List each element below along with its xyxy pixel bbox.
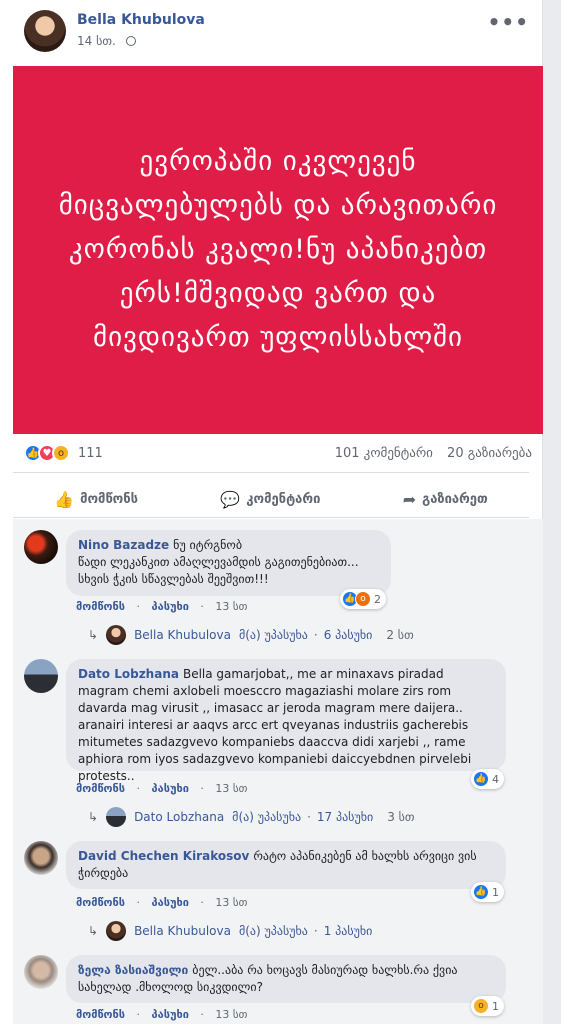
reply-arrow-icon: ↳ bbox=[88, 810, 99, 824]
comment-icon: 💬 bbox=[220, 489, 241, 509]
reply-avatar bbox=[106, 807, 127, 827]
divider bbox=[13, 517, 529, 518]
globe-icon bbox=[125, 36, 136, 46]
haha-icon: o bbox=[473, 998, 489, 1014]
comment-reply-link[interactable]: პასუხი bbox=[152, 1008, 189, 1021]
comment-reaction-count: 1 bbox=[492, 999, 499, 1013]
comment-reaction-count: 4 bbox=[492, 772, 499, 786]
like-icon: 👍 bbox=[473, 884, 489, 900]
comment-reactions[interactable]: o 1 bbox=[471, 996, 504, 1016]
reaction-summary[interactable]: 👍 ♥ o 111 bbox=[24, 444, 103, 462]
comment-time[interactable]: 13 სთ bbox=[215, 1008, 247, 1021]
reply-avatar bbox=[106, 921, 127, 941]
post-banner[interactable]: ევროპაში იკვლევენ მიცვალებულებს და არავი… bbox=[13, 66, 543, 434]
reply-arrow-icon: ↳ bbox=[88, 924, 99, 938]
commenter-name[interactable]: David Chechen Kirakosov bbox=[78, 849, 249, 863]
like-button[interactable]: 👍 მომწონს bbox=[54, 490, 138, 509]
reply-label: მ(ა) უპასუხა bbox=[232, 810, 302, 824]
like-icon: 👍 bbox=[473, 771, 489, 787]
post-header: Bella Khubulova 14 სთ. ••• bbox=[24, 8, 539, 54]
author-name[interactable]: Bella Khubulova bbox=[77, 12, 205, 28]
comment-meta: მომწონს · პასუხი · 13 სთ bbox=[76, 782, 248, 795]
replies-summary[interactable]: ↳ Bella Khubulova მ(ა) უპასუხა · 1 პასუხ… bbox=[88, 921, 372, 941]
post-time[interactable]: 14 სთ. bbox=[77, 34, 116, 48]
comment-like-link[interactable]: მომწონს bbox=[76, 896, 125, 909]
reply-count: 1 პასუხი bbox=[323, 924, 373, 938]
reply-time: 2 სთ bbox=[386, 628, 414, 642]
comment-time[interactable]: 13 სთ bbox=[215, 782, 247, 795]
commenter-avatar[interactable] bbox=[24, 530, 58, 564]
comment-reply-link[interactable]: პასუხი bbox=[152, 896, 189, 909]
reply-count: 17 პასუხი bbox=[316, 810, 374, 824]
comment-share-counts: 101 კომენტარი 20 გაზიარება bbox=[325, 446, 532, 461]
reply-author: Dato Lobzhana bbox=[134, 810, 225, 824]
comment-bubble: Nino Bazadze ნუ იტრგნობ წადი ლეკანკით ამა… bbox=[66, 530, 391, 596]
author-avatar[interactable] bbox=[24, 10, 66, 52]
commenter-avatar[interactable] bbox=[24, 955, 58, 989]
commenter-name[interactable]: Dato Lobzhana bbox=[78, 667, 179, 681]
reply-time: 3 სთ bbox=[387, 810, 415, 824]
reply-label: მ(ა) უპასუხა bbox=[238, 628, 308, 642]
action-bar: 👍 მომწონს 💬 კომენტარი ➦ გაზიარეთ bbox=[13, 482, 529, 516]
post-meta: 14 სთ. bbox=[77, 34, 136, 48]
angry-icon: o bbox=[355, 591, 371, 607]
comment-reactions[interactable]: 👍 o 2 bbox=[340, 589, 386, 609]
comment-meta: მომწონს · პასუხი · 13 სთ bbox=[76, 1008, 248, 1021]
wow-icon: o bbox=[52, 444, 70, 462]
reply-label: მ(ა) უპასუხა bbox=[238, 924, 308, 938]
reply-author: Bella Khubulova bbox=[134, 924, 231, 938]
comment-meta: მომწონს · პასუხი · 13 სთ bbox=[76, 896, 248, 909]
comment-time[interactable]: 13 სთ bbox=[215, 600, 247, 613]
comment-reply-link[interactable]: პასუხი bbox=[152, 782, 189, 795]
divider bbox=[13, 472, 529, 473]
share-count[interactable]: 20 გაზიარება bbox=[447, 446, 532, 461]
separator: · bbox=[313, 628, 318, 642]
thumbs-up-icon: 👍 bbox=[54, 489, 75, 509]
share-button[interactable]: ➦ გაზიარეთ bbox=[403, 490, 488, 509]
banner-text: ევროპაში იკვლევენ მიცვალებულებს და არავი… bbox=[58, 146, 498, 353]
comment-label: კომენტარი bbox=[246, 491, 321, 507]
comment-bubble: David Chechen Kirakosov რატო აპანიკებენ ა… bbox=[66, 841, 506, 889]
commenter-name[interactable]: Nino Bazadze bbox=[78, 538, 169, 552]
comment-button[interactable]: 💬 კომენტარი bbox=[220, 490, 320, 509]
replies-summary[interactable]: ↳ Dato Lobzhana მ(ა) უპასუხა · 17 პასუხი… bbox=[88, 807, 415, 827]
comment-like-link[interactable]: მომწონს bbox=[76, 1008, 125, 1021]
reply-arrow-icon: ↳ bbox=[88, 628, 99, 642]
separator: · bbox=[313, 924, 318, 938]
like-label: მომწონს bbox=[80, 491, 139, 507]
comment-reply-link[interactable]: პასუხი bbox=[152, 600, 189, 613]
comment-bubble: ზელა ზასიაშვილი ბელ..აბა რა ხოცავს მასიურ… bbox=[66, 955, 506, 1003]
reply-count: 6 პასუხი bbox=[323, 628, 373, 642]
reply-author: Bella Khubulova bbox=[134, 628, 231, 642]
more-options-button[interactable]: ••• bbox=[488, 10, 529, 34]
reply-avatar bbox=[106, 625, 127, 645]
post-card: Bella Khubulova 14 სთ. ••• ევროპაში იკვლ… bbox=[0, 0, 543, 1024]
comment-count[interactable]: 101 კომენტარი bbox=[335, 446, 433, 461]
comment-bubble: Dato Lobzhana Bella gamarjobat,, me ar mi… bbox=[66, 659, 506, 783]
comment-like-link[interactable]: მომწონს bbox=[76, 600, 125, 613]
comment-reactions[interactable]: 👍 4 bbox=[471, 769, 504, 789]
commenter-name[interactable]: ზელა ზასიაშვილი bbox=[78, 963, 188, 977]
comment-reaction-count: 1 bbox=[492, 885, 499, 899]
reaction-count: 111 bbox=[78, 445, 103, 461]
comment-reaction-count: 2 bbox=[374, 592, 381, 606]
comment-text: Bella gamarjobat,, me ar minaxavs pirada… bbox=[78, 667, 472, 783]
separator: · bbox=[307, 810, 311, 824]
commenter-avatar[interactable] bbox=[24, 659, 58, 693]
comment-time[interactable]: 13 სთ bbox=[215, 896, 247, 909]
replies-summary[interactable]: ↳ Bella Khubulova მ(ა) უპასუხა · 6 პასუხ… bbox=[88, 625, 414, 645]
comment-like-link[interactable]: მომწონს bbox=[76, 782, 125, 795]
share-icon: ➦ bbox=[402, 489, 417, 509]
comment-reactions[interactable]: 👍 1 bbox=[471, 882, 504, 902]
share-label: გაზიარეთ bbox=[422, 491, 488, 507]
post-stats: 👍 ♥ o 111 101 კომენტარი 20 გაზიარება bbox=[24, 444, 532, 466]
comment-meta: მომწონს · პასუხი · 13 სთ bbox=[76, 600, 248, 613]
commenter-avatar[interactable] bbox=[24, 841, 58, 875]
